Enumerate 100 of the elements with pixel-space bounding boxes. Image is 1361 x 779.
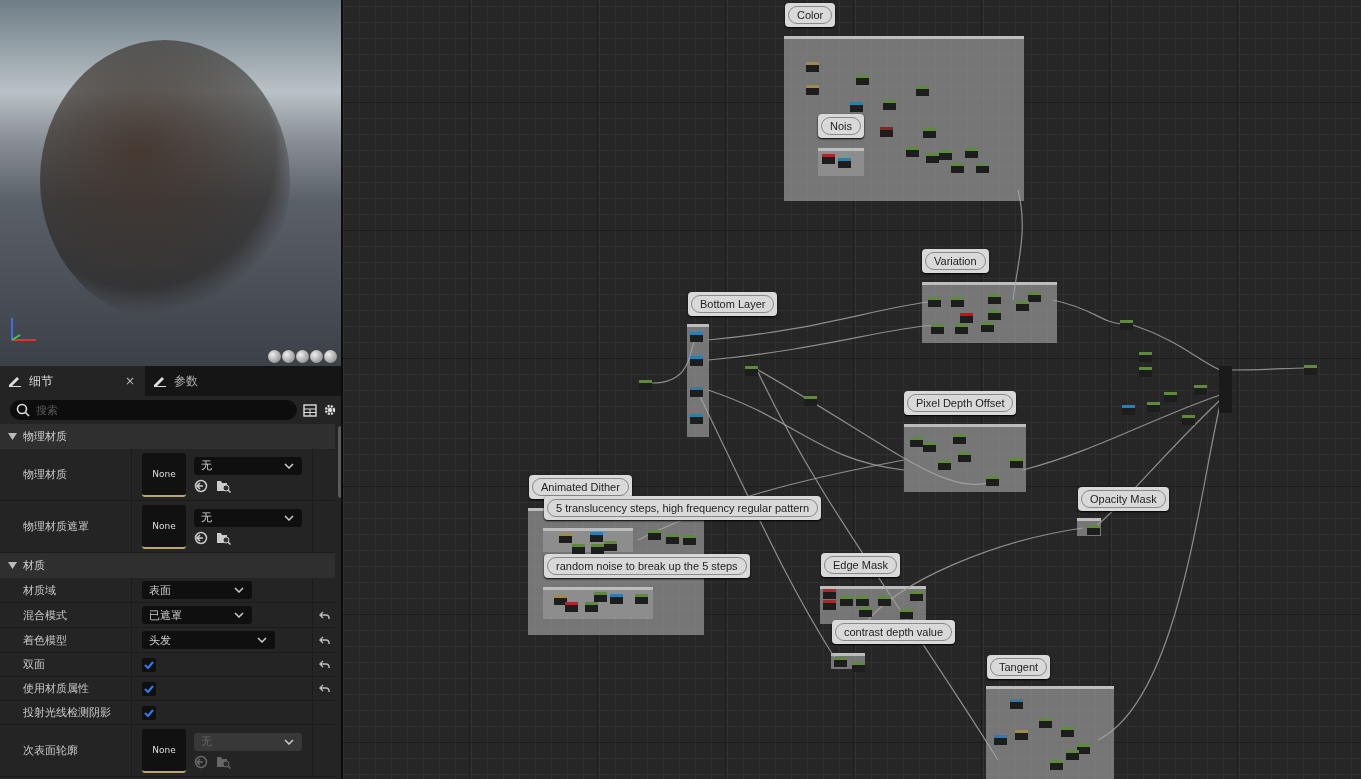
graph-node[interactable] bbox=[878, 596, 891, 606]
graph-node[interactable] bbox=[1028, 292, 1041, 302]
comment-box[interactable] bbox=[784, 36, 1024, 201]
graph-node[interactable] bbox=[1304, 365, 1317, 375]
graph-node[interactable] bbox=[931, 324, 944, 334]
graph-node[interactable] bbox=[1010, 458, 1023, 468]
graph-node[interactable] bbox=[1016, 301, 1029, 311]
asset-thumbnail[interactable]: None bbox=[142, 504, 186, 549]
graph-node[interactable] bbox=[951, 163, 964, 173]
comment-box[interactable] bbox=[986, 686, 1114, 779]
graph-node[interactable] bbox=[666, 534, 679, 544]
graph-node[interactable] bbox=[994, 735, 1007, 745]
comment-bubble[interactable]: Pixel Depth Offset bbox=[904, 391, 1017, 415]
graph-node[interactable] bbox=[1139, 352, 1152, 362]
graph-node[interactable] bbox=[916, 86, 929, 96]
property-dropdown[interactable]: 已遮罩 bbox=[142, 606, 252, 624]
graph-node[interactable] bbox=[850, 102, 863, 112]
graph-node[interactable] bbox=[1050, 760, 1063, 770]
graph-node[interactable] bbox=[923, 442, 936, 452]
graph-node[interactable] bbox=[906, 147, 919, 157]
material-output-node[interactable] bbox=[1219, 366, 1232, 413]
graph-node[interactable] bbox=[883, 100, 896, 110]
graph-node[interactable] bbox=[565, 602, 578, 612]
graph-node[interactable] bbox=[840, 596, 853, 606]
graph-node[interactable] bbox=[690, 332, 703, 342]
graph-node[interactable] bbox=[804, 396, 817, 406]
table-view-icon[interactable] bbox=[303, 403, 317, 417]
section-header[interactable]: 物理材质 bbox=[0, 424, 335, 449]
graph-node[interactable] bbox=[591, 544, 604, 554]
graph-node[interactable] bbox=[1182, 415, 1195, 425]
browse-folder-icon[interactable] bbox=[216, 478, 231, 493]
graph-node[interactable] bbox=[938, 460, 951, 470]
graph-node[interactable] bbox=[1087, 525, 1100, 535]
graph-node[interactable] bbox=[1077, 744, 1090, 754]
graph-node[interactable] bbox=[951, 297, 964, 307]
comment-bubble[interactable]: Tangent bbox=[987, 655, 1051, 679]
graph-node[interactable] bbox=[960, 313, 973, 323]
graph-node[interactable] bbox=[822, 154, 835, 164]
graph-node[interactable] bbox=[1061, 727, 1074, 737]
comment-bubble[interactable]: contrast depth value bbox=[832, 620, 956, 644]
graph-node[interactable] bbox=[988, 310, 1001, 320]
asset-dropdown[interactable]: 无 bbox=[194, 508, 302, 527]
graph-node[interactable] bbox=[834, 657, 847, 667]
graph-node[interactable] bbox=[900, 609, 913, 619]
graph-node[interactable] bbox=[928, 297, 941, 307]
graph-node[interactable] bbox=[690, 387, 703, 397]
graph-node[interactable] bbox=[639, 380, 652, 390]
graph-node[interactable] bbox=[604, 541, 617, 551]
graph-node[interactable] bbox=[690, 356, 703, 366]
reset-arrow-icon[interactable] bbox=[318, 684, 330, 693]
preview-shape-icon[interactable] bbox=[296, 350, 309, 363]
graph-node[interactable] bbox=[988, 294, 1001, 304]
reset-arrow-icon[interactable] bbox=[318, 660, 330, 669]
comment-bubble[interactable]: Opacity Mask bbox=[1078, 487, 1169, 511]
comment-bubble[interactable]: random noise to break up the 5 steps bbox=[544, 554, 750, 578]
graph-node[interactable] bbox=[559, 533, 572, 543]
graph-node[interactable] bbox=[986, 476, 999, 486]
asset-dropdown[interactable]: 无 bbox=[194, 456, 302, 475]
settings-icon[interactable] bbox=[323, 403, 337, 417]
material-graph-canvas[interactable] bbox=[343, 0, 1361, 779]
graph-node[interactable] bbox=[953, 434, 966, 444]
graph-node[interactable] bbox=[852, 662, 865, 672]
comment-bubble[interactable]: Animated Dither bbox=[529, 475, 632, 499]
graph-node[interactable] bbox=[590, 532, 603, 542]
graph-node[interactable] bbox=[1164, 392, 1177, 402]
reset-arrow-icon[interactable] bbox=[318, 635, 330, 645]
graph-node[interactable] bbox=[554, 595, 567, 605]
graph-node[interactable] bbox=[958, 452, 971, 462]
preview-shape-icon[interactable] bbox=[324, 350, 337, 363]
comment-bubble[interactable]: 5 translucency steps, high frequency regular pattern bbox=[544, 496, 822, 520]
graph-node[interactable] bbox=[856, 75, 869, 85]
graph-node[interactable] bbox=[806, 85, 819, 95]
graph-node[interactable] bbox=[926, 153, 939, 163]
graph-node[interactable] bbox=[1010, 699, 1023, 709]
graph-node[interactable] bbox=[856, 596, 869, 606]
graph-node[interactable] bbox=[1015, 730, 1028, 740]
close-icon[interactable]: × bbox=[124, 374, 135, 388]
section-header[interactable]: 材质 bbox=[0, 553, 335, 578]
asset-thumbnail[interactable]: None bbox=[142, 452, 186, 497]
panel-tab[interactable]: 细节 × bbox=[0, 366, 145, 396]
graph-node[interactable] bbox=[823, 600, 836, 610]
preview-shape-icon[interactable] bbox=[310, 350, 323, 363]
search-field[interactable]: 搜索 bbox=[10, 400, 297, 420]
graph-node[interactable] bbox=[981, 322, 994, 332]
graph-node[interactable] bbox=[910, 437, 923, 447]
comment-bubble[interactable]: Variation bbox=[922, 249, 989, 273]
graph-node[interactable] bbox=[823, 589, 836, 599]
graph-node[interactable] bbox=[955, 324, 968, 334]
graph-node[interactable] bbox=[806, 62, 819, 72]
preview-shape-icon[interactable] bbox=[268, 350, 281, 363]
graph-node[interactable] bbox=[910, 591, 923, 601]
graph-node[interactable] bbox=[745, 366, 758, 376]
graph-node[interactable] bbox=[1120, 320, 1133, 330]
graph-node[interactable] bbox=[965, 148, 978, 158]
preview-shape-icon[interactable] bbox=[282, 350, 295, 363]
checkbox[interactable] bbox=[142, 705, 156, 720]
comment-bubble[interactable]: Edge Mask bbox=[821, 553, 901, 577]
comment-bubble[interactable]: Nois bbox=[818, 114, 864, 138]
graph-node[interactable] bbox=[1147, 402, 1160, 412]
graph-node[interactable] bbox=[880, 127, 893, 137]
